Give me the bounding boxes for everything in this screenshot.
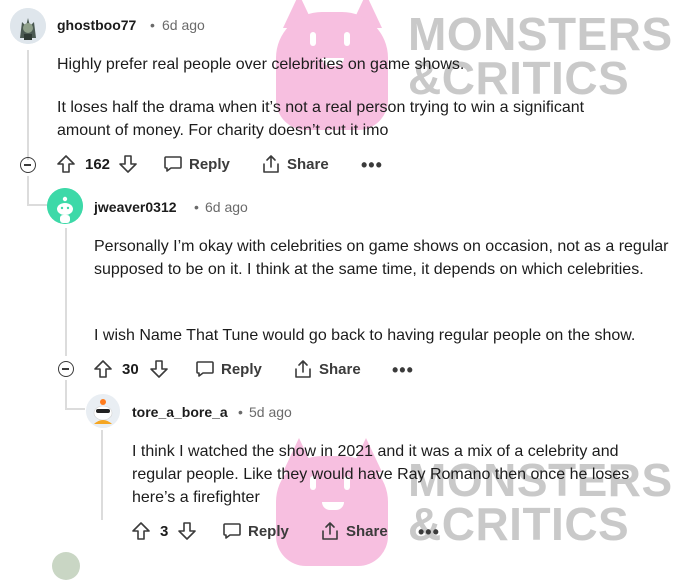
- thread-line[interactable]: [65, 380, 67, 410]
- thread-line[interactable]: [27, 176, 29, 206]
- upvote-button[interactable]: [56, 154, 76, 174]
- reply-label: Reply: [189, 155, 230, 173]
- share-button[interactable]: Share: [261, 154, 329, 174]
- avatar[interactable]: [47, 188, 83, 224]
- downvote-arrow-icon: [119, 155, 137, 173]
- share-icon: [295, 360, 311, 378]
- share-button[interactable]: Share: [320, 521, 388, 541]
- comment-text: Highly prefer real people over celebriti…: [57, 56, 465, 73]
- more-options-button[interactable]: •••: [361, 156, 383, 174]
- share-label: Share: [319, 360, 361, 378]
- downvote-arrow-icon: [178, 522, 196, 540]
- downvote-button[interactable]: [149, 359, 169, 379]
- vote-count: 162: [85, 156, 111, 173]
- vote-count: 3: [160, 523, 169, 540]
- reply-button[interactable]: Reply: [195, 360, 262, 378]
- share-label: Share: [346, 522, 388, 540]
- avatar[interactable]: [86, 394, 120, 428]
- upvote-arrow-icon: [94, 360, 112, 378]
- comment-text: Personally I’m okay with celebrities on …: [94, 238, 669, 278]
- username[interactable]: ghostboo77: [57, 17, 136, 33]
- share-label: Share: [287, 155, 329, 173]
- timestamp[interactable]: 6d ago: [162, 17, 205, 33]
- reply-button[interactable]: Reply: [163, 155, 230, 173]
- separator-dot: •: [238, 404, 243, 420]
- speech-bubble-icon: [223, 523, 241, 539]
- speech-bubble-icon: [196, 361, 214, 377]
- avatar[interactable]: [10, 8, 46, 44]
- thread-line[interactable]: [65, 228, 67, 356]
- thread-line[interactable]: [27, 50, 29, 160]
- collapse-thread-button[interactable]: [58, 361, 74, 377]
- downvote-button[interactable]: [177, 521, 197, 541]
- reddit-snoo-icon: [47, 188, 83, 224]
- vote-count: 30: [122, 361, 139, 378]
- reply-label: Reply: [248, 522, 289, 540]
- reply-button[interactable]: Reply: [222, 522, 289, 540]
- downvote-button[interactable]: [118, 154, 138, 174]
- reddit-snoo-icon: [86, 394, 120, 428]
- comment-text: It loses half the drama when it’s not a …: [57, 99, 585, 139]
- timestamp[interactable]: 5d ago: [249, 404, 292, 420]
- separator-dot: •: [194, 199, 199, 215]
- comment-text: I think I watched the show in 2021 and i…: [132, 443, 630, 506]
- upvote-arrow-icon: [57, 155, 75, 173]
- thread-connector: [29, 204, 47, 206]
- thread-connector: [67, 408, 85, 410]
- separator-dot: •: [150, 17, 155, 33]
- reply-label: Reply: [221, 360, 262, 378]
- share-icon: [263, 155, 279, 173]
- watermark-text-line1: MONSTERS: [408, 8, 673, 60]
- comment-text: I wish Name That Tune would go back to h…: [94, 327, 636, 344]
- downvote-arrow-icon: [150, 360, 168, 378]
- upvote-arrow-icon: [132, 522, 150, 540]
- more-options-button[interactable]: •••: [392, 361, 414, 379]
- user-avatar-icon: [10, 8, 46, 44]
- collapse-thread-button[interactable]: [20, 157, 36, 173]
- avatar[interactable]: [52, 552, 80, 580]
- share-icon: [322, 522, 338, 540]
- speech-bubble-icon: [164, 156, 182, 172]
- upvote-button[interactable]: [93, 359, 113, 379]
- upvote-button[interactable]: [131, 521, 151, 541]
- more-options-button[interactable]: •••: [418, 523, 440, 541]
- username[interactable]: tore_a_bore_a: [132, 404, 228, 420]
- username[interactable]: jweaver0312: [94, 199, 177, 215]
- timestamp[interactable]: 6d ago: [205, 199, 248, 215]
- share-button[interactable]: Share: [293, 359, 361, 379]
- thread-line[interactable]: [101, 430, 103, 520]
